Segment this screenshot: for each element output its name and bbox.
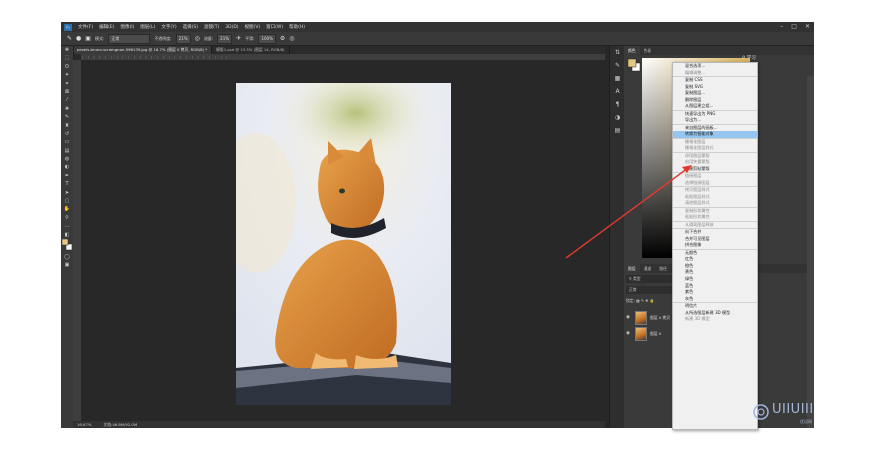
watermark-brand: UIIUIII <box>772 402 814 417</box>
help-search[interactable]: ⚲ 学习 <box>742 55 756 61</box>
watermark-circle-icon <box>753 404 769 420</box>
help-label: 学习 <box>746 56 756 61</box>
watermark-sub: 优设网 <box>800 419 812 424</box>
watermark-logo: UIIUIII 优设网 <box>752 400 852 428</box>
red-annotation-arrow <box>565 165 692 259</box>
